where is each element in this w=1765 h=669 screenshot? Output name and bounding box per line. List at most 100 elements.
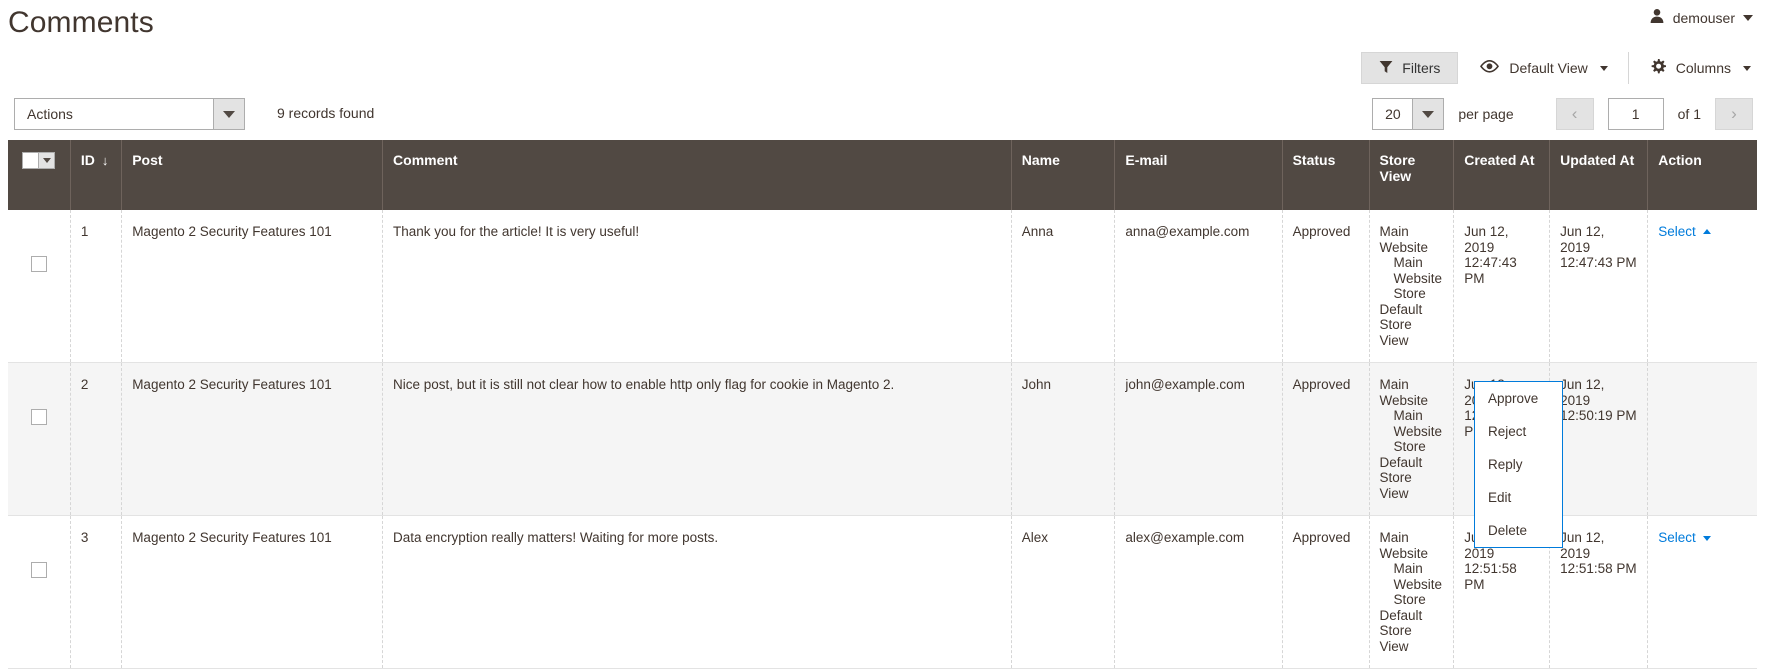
chevron-down-icon[interactable] [1412, 99, 1443, 129]
cell-updated-at: Jun 12, 2019 12:51:58 PM [1550, 516, 1648, 669]
cell-comment: Nice post, but it is still not clear how… [383, 363, 1012, 516]
cell-store-view: Main Website Main Website Store Default … [1369, 516, 1454, 669]
chevron-up-icon [1703, 229, 1711, 234]
action-menu-item-approve[interactable]: Approve [1475, 382, 1562, 415]
chevron-down-icon [1743, 15, 1753, 21]
column-header-comment[interactable]: Comment [383, 140, 1012, 210]
column-label-updated-at: Updated At [1560, 152, 1634, 168]
cell-created-at: Jun 12, 2019 12:47:43 PM [1454, 210, 1550, 363]
chevron-down-icon[interactable] [39, 152, 55, 169]
store-view-store: Main Website Store [1380, 408, 1444, 455]
column-label-comment: Comment [393, 152, 458, 168]
cell-status: Approved [1282, 363, 1369, 516]
user-menu[interactable]: demouser [1649, 8, 1753, 27]
row-select-cell[interactable] [8, 363, 70, 516]
columns-label: Columns [1676, 60, 1731, 76]
cell-store-view: Main Website Main Website Store Default … [1369, 210, 1454, 363]
cell-action[interactable]: Select [1648, 516, 1757, 669]
cell-email: alex@example.com [1115, 516, 1282, 669]
cell-status: Approved [1282, 516, 1369, 669]
select-all-checkbox[interactable] [22, 152, 39, 169]
store-view-website: Main Website [1380, 530, 1444, 561]
chevron-left-icon: ‹ [1572, 104, 1578, 124]
action-select-toggle[interactable]: Select [1658, 530, 1711, 546]
page-total-label: of 1 [1678, 106, 1701, 122]
store-view-website: Main Website [1380, 377, 1444, 408]
table-header-row: ID ↓ Post Comment Name E-mail Status Stor… [8, 140, 1757, 210]
grid-controls: Filters Default View Columns [0, 52, 1765, 94]
row-select-cell[interactable] [8, 210, 70, 363]
row-checkbox[interactable] [31, 409, 47, 425]
cell-action[interactable]: Select [1648, 210, 1757, 363]
row-checkbox[interactable] [31, 562, 47, 578]
user-menu-label: demouser [1673, 10, 1735, 26]
chevron-right-icon: › [1731, 104, 1737, 124]
sort-desc-icon: ↓ [102, 153, 109, 168]
column-header-store-view[interactable]: Store View [1369, 140, 1454, 210]
store-view-store: Main Website Store [1380, 255, 1444, 302]
chevron-down-icon[interactable] [213, 99, 244, 129]
cell-email: anna@example.com [1115, 210, 1282, 363]
column-header-updated-at[interactable]: Updated At [1550, 140, 1648, 210]
cell-updated-at: Jun 12, 2019 12:50:19 PM [1550, 363, 1648, 516]
column-header-created-at[interactable]: Created At [1454, 140, 1550, 210]
column-header-name[interactable]: Name [1011, 140, 1115, 210]
action-select-label: Select [1658, 224, 1696, 240]
filters-button-label: Filters [1402, 60, 1440, 76]
eye-icon [1480, 60, 1499, 76]
action-select-toggle[interactable]: Select [1658, 224, 1711, 240]
cell-action[interactable] [1648, 363, 1757, 516]
cell-comment: Data encryption really matters! Waiting … [383, 516, 1012, 669]
column-header-action: Action [1648, 140, 1757, 210]
default-view-control[interactable]: Default View [1458, 52, 1628, 84]
store-view-view: Default Store View [1380, 455, 1444, 502]
cell-name: John [1011, 363, 1115, 516]
column-label-id: ID [81, 152, 95, 168]
gear-icon [1650, 59, 1666, 78]
next-page-button[interactable]: › [1715, 98, 1753, 130]
column-header-post[interactable]: Post [122, 140, 383, 210]
filters-button[interactable]: Filters [1361, 52, 1458, 84]
row-checkbox[interactable] [31, 256, 47, 272]
cell-name: Anna [1011, 210, 1115, 363]
default-view-label: Default View [1509, 60, 1587, 76]
actions-dropdown[interactable]: Actions [14, 98, 245, 130]
chevron-down-icon [1600, 66, 1608, 71]
per-page-dropdown[interactable]: 20 [1372, 98, 1444, 130]
cell-post: Magento 2 Security Features 101 [122, 210, 383, 363]
cell-updated-at: Jun 12, 2019 12:47:43 PM [1550, 210, 1648, 363]
row-select-cell[interactable] [8, 516, 70, 669]
cell-id: 2 [70, 363, 121, 516]
action-menu-item-delete[interactable]: Delete [1475, 514, 1562, 547]
action-select-label: Select [1658, 530, 1696, 546]
column-header-status[interactable]: Status [1282, 140, 1369, 210]
chevron-down-icon [1703, 536, 1711, 541]
per-page-label: per page [1458, 106, 1513, 122]
data-grid-wrapper: ID ↓ Post Comment Name E-mail Status Stor… [8, 140, 1757, 669]
records-found-text: 9 records found [277, 105, 374, 121]
columns-control[interactable]: Columns [1629, 52, 1751, 84]
page-number-input[interactable]: 1 [1608, 98, 1664, 130]
cell-status: Approved [1282, 210, 1369, 363]
cell-id: 1 [70, 210, 121, 363]
column-label-post: Post [132, 152, 162, 168]
cell-post: Magento 2 Security Features 101 [122, 363, 383, 516]
actions-pager-row: Actions 9 records found 20 per page ‹ 1 … [0, 94, 1765, 140]
store-view-website: Main Website [1380, 224, 1444, 255]
cell-email: john@example.com [1115, 363, 1282, 516]
column-header-id[interactable]: ID ↓ [70, 140, 121, 210]
column-header-select-all[interactable] [8, 140, 70, 210]
action-menu-item-reject[interactable]: Reject [1475, 415, 1562, 448]
action-dropdown-menu[interactable]: Approve Reject Reply Edit Delete [1474, 381, 1563, 548]
column-label-action: Action [1658, 152, 1702, 168]
previous-page-button[interactable]: ‹ [1556, 98, 1594, 130]
table-row: 1 Magento 2 Security Features 101 Thank … [8, 210, 1757, 363]
action-menu-item-reply[interactable]: Reply [1475, 448, 1562, 481]
pager: 20 per page ‹ 1 of 1 › [1372, 98, 1753, 130]
store-view-store: Main Website Store [1380, 561, 1444, 608]
column-label-store-view: Store View [1380, 152, 1416, 184]
column-label-name: Name [1022, 152, 1060, 168]
cell-comment: Thank you for the article! It is very us… [383, 210, 1012, 363]
action-menu-item-edit[interactable]: Edit [1475, 481, 1562, 514]
column-header-email[interactable]: E-mail [1115, 140, 1282, 210]
